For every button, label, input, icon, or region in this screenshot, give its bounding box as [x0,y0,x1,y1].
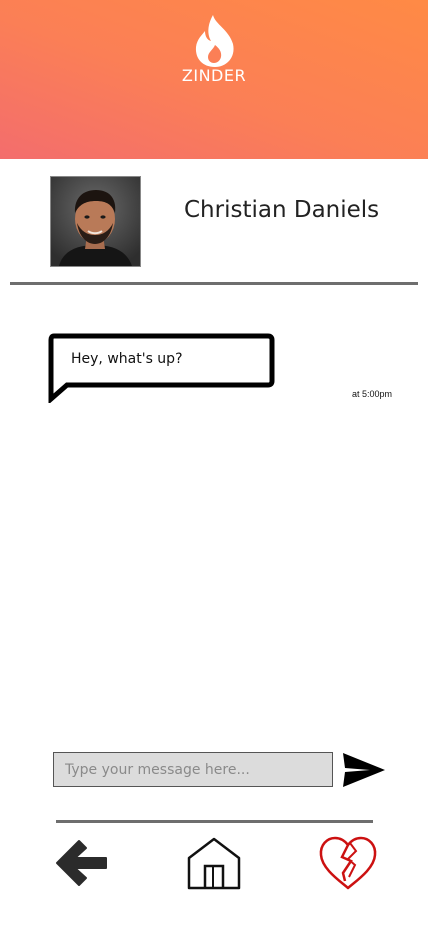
message-timestamp: at 5:00pm [352,389,393,399]
message-input[interactable] [53,752,333,787]
unmatch-button[interactable] [318,835,378,891]
home-button[interactable] [185,836,243,891]
app-header: ZINDER [0,0,428,159]
header-divider [10,282,418,285]
broken-heart-icon [318,835,378,891]
send-button[interactable] [342,752,386,788]
nav-divider [56,820,373,823]
home-icon [185,836,243,891]
arrow-left-icon [53,837,109,889]
message-text: Hey, what's up? [71,351,183,367]
brand-name: ZINDER [181,66,247,85]
flame-icon [193,14,237,68]
avatar[interactable] [50,176,141,267]
send-icon [342,752,386,788]
chat-screen: ZINDER Christian Daniels Hey, what's up?… [0,0,428,926]
back-button[interactable] [53,837,109,889]
contact-name: Christian Daniels [184,197,380,223]
message-bubble [48,333,276,403]
